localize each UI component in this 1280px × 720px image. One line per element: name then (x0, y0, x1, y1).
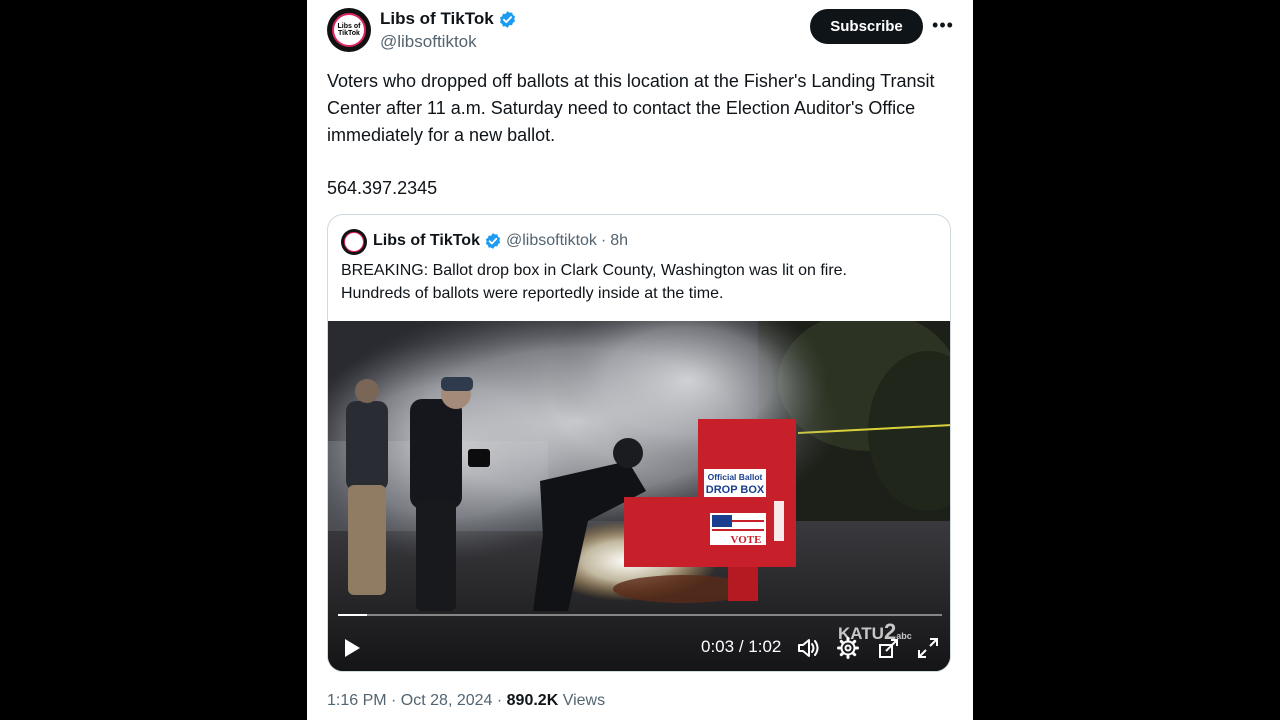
quoted-author-avatar (341, 229, 367, 255)
fullscreen-icon[interactable] (917, 637, 939, 659)
video-progress-bar[interactable] (338, 614, 942, 616)
quoted-text: BREAKING: Ballot drop box in Clark Count… (341, 259, 931, 305)
play-icon[interactable] (342, 637, 362, 659)
video-player[interactable]: Official Ballot DROP BOX VOTE 0:03 / 1:0… (328, 321, 950, 671)
settings-icon[interactable] (837, 637, 859, 659)
drop-box-sign-line2: DROP BOX (706, 484, 765, 496)
quoted-text-line: Hundreds of ballots were reportedly insi… (341, 285, 724, 302)
tweet-phone-number: 564.397.2345 (327, 178, 438, 198)
video-duration: 1:02 (748, 637, 782, 656)
verified-badge-icon (485, 233, 501, 249)
video-time-readout: 0:03 / 1:02 (701, 637, 781, 657)
quoted-author-handle: @libsoftiktok (505, 232, 597, 249)
drop-box-vote-label: VOTE (731, 534, 762, 546)
quoted-author-name: Libs of TikTok (373, 232, 480, 249)
quoted-text-line: BREAKING: Ballot drop box in Clark Count… (341, 262, 847, 279)
video-current-time: 0:03 (701, 637, 735, 656)
quoted-avatar-logo (344, 232, 364, 252)
drop-box-sign-line1: Official Ballot (708, 472, 763, 482)
subscribe-button[interactable]: Subscribe (810, 9, 923, 44)
tweet-text: Voters who dropped off ballots at this l… (327, 68, 947, 149)
views-label: Views (562, 692, 606, 709)
quoted-time-ago: 8h (610, 232, 629, 249)
avatar-logo: Libs of TikTok (332, 13, 366, 47)
quoted-header: Libs of TikTok @libsoftiktok · 8h (373, 232, 628, 250)
author-avatar[interactable]: Libs of TikTok (327, 8, 371, 52)
tweet-timestamp[interactable]: 1:16 PM · Oct 28, 2024 (327, 692, 492, 709)
more-options-icon[interactable]: ••• (932, 14, 954, 36)
pip-icon[interactable] (878, 637, 900, 659)
video-progress-fill (338, 614, 367, 616)
tweet-meta: 1:16 PM · Oct 28, 2024 · 890.2K Views (327, 692, 605, 710)
volume-icon[interactable] (797, 637, 821, 659)
views-count: 890.2K (506, 692, 559, 709)
author-handle[interactable]: @libsoftiktok (380, 32, 477, 52)
author-display-name[interactable]: Libs of TikTok (380, 9, 494, 29)
verified-badge-icon (499, 10, 515, 28)
quoted-tweet[interactable]: Libs of TikTok @libsoftiktok · 8h BREAKI… (327, 214, 951, 672)
quoted-separator: · (600, 232, 607, 249)
meta-separator: · (496, 692, 503, 709)
tweet-body: Voters who dropped off ballots at this l… (327, 71, 935, 145)
author-name-row: Libs of TikTok (380, 9, 517, 29)
video-time-separator: / (734, 637, 749, 656)
tweet-card: Libs of TikTok Libs of TikTok @libsoftik… (307, 0, 973, 720)
